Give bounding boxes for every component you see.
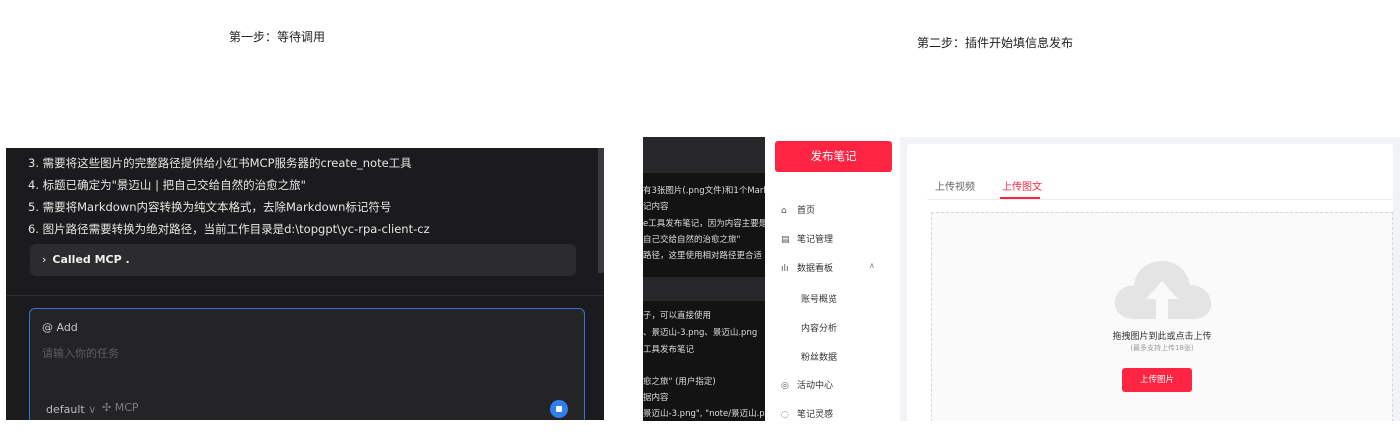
chevron-right-icon: › xyxy=(42,253,47,266)
terminal-strip: 有3张图片(.png文件)和1个Markdo 记内容 e工具发布笔记，因为内容主… xyxy=(643,137,765,421)
chat-scrollbar[interactable] xyxy=(598,148,604,273)
tab-upload-image[interactable]: 上传图文 xyxy=(1002,178,1042,193)
mcp-label: MCP xyxy=(114,401,139,414)
step-item: 3. 需要将这些图片的完整路径提供给小红书MCP服务器的create_note工… xyxy=(28,156,412,170)
called-mcp-label: Called MCP . xyxy=(52,253,130,266)
stop-button[interactable] xyxy=(550,400,568,418)
sidebar-item-note-manage[interactable]: ▤ 笔记管理 xyxy=(781,232,833,245)
note-icon: ▤ xyxy=(781,235,790,245)
sidebar-item-data-board[interactable]: ılı 数据看板 xyxy=(781,261,833,274)
upload-image-button[interactable]: 上传图片 xyxy=(1122,368,1192,392)
mcp-toggle[interactable]: ✣ MCP xyxy=(102,401,139,414)
upload-card: 上传视频 上传图文 拖拽图片到此或点击上传 (最多支持上传18张) 上传图片 xyxy=(907,144,1393,421)
sidebar-item-label: 首页 xyxy=(797,206,816,216)
terminal-line: 子，可以直接使用 xyxy=(643,311,712,321)
sidebar-item-label: 活动中心 xyxy=(797,381,834,391)
upload-hint: 拖拽图片到此或点击上传 xyxy=(1112,332,1212,342)
plug-icon: ✣ xyxy=(102,401,112,414)
terminal-line: e工具发布笔记，因为内容主要是 xyxy=(643,219,765,229)
step1-caption: 第一步：等待调用 xyxy=(229,30,326,44)
chevron-up-icon[interactable]: ∧ xyxy=(869,261,875,270)
terminal-line: 愈之旅" (用户指定) xyxy=(643,377,716,387)
terminal-line: 、景迈山-3.png、景迈山.png xyxy=(643,328,758,338)
cloud-upload-icon xyxy=(1114,261,1212,319)
home-icon: ⌂ xyxy=(781,206,787,216)
terminal-line: 景迈山-3.png", "note/景迈山.pn xyxy=(643,409,765,419)
sidebar-item-fans-data[interactable]: 粉丝数据 xyxy=(801,350,837,363)
terminal-line: 路径，这里使用相对路径更合适 xyxy=(643,251,763,261)
sidebar-item-label: 笔记管理 xyxy=(797,235,834,245)
xhs-sidebar: 发布笔记 ⌂ 首页 ▤ 笔记管理 ılı 数据看板 ∧ 账号概览 内容分析 粉丝数据 … xyxy=(765,137,900,421)
sidebar-item-activity-center[interactable]: ◎ 活动中心 xyxy=(781,378,833,391)
task-input[interactable] xyxy=(42,344,442,362)
divider xyxy=(6,295,604,296)
model-select[interactable]: default ∨ xyxy=(46,403,96,416)
chat-panel: 3. 需要将这些图片的完整路径提供给小红书MCP服务器的create_note工… xyxy=(6,148,604,420)
step-item: 4. 标题已确定为"景迈山 | 把自己交给自然的治愈之旅" xyxy=(28,178,306,192)
step-item: 6. 图片路径需要转换为绝对路径，当前工作目录是d:\topgpt\yc-rpa… xyxy=(28,222,430,236)
bulb-icon: ◌ xyxy=(781,410,789,420)
sidebar-item-label: 笔记灵感 xyxy=(797,410,834,420)
terminal-line: 工具发布笔记 xyxy=(643,345,695,355)
upload-dropzone[interactable]: 拖拽图片到此或点击上传 (最多支持上传18张) 上传图片 xyxy=(931,212,1393,421)
terminal-header xyxy=(643,277,765,301)
sidebar-item-label: 数据看板 xyxy=(797,264,834,274)
terminal-line: 记内容 xyxy=(643,202,669,212)
called-mcp-collapsible[interactable]: › Called MCP . xyxy=(30,244,576,276)
sidebar-item-note-inspiration[interactable]: ◌ 笔记灵感 xyxy=(781,407,833,420)
step2-caption: 第二步：插件开始填信息发布 xyxy=(917,36,1074,50)
step-list: 3. 需要将这些图片的完整路径提供给小红书MCP服务器的create_note工… xyxy=(28,152,430,240)
add-context-button[interactable]: @ Add xyxy=(42,321,78,334)
chevron-down-icon: ∨ xyxy=(88,403,97,416)
terminal-line: 据内容 xyxy=(643,393,669,403)
terminal-line: 有3张图片(.png文件)和1个Markdo xyxy=(643,186,765,196)
upload-limit-note: (最多支持上传18张) xyxy=(1130,344,1194,352)
sidebar-item-home[interactable]: ⌂ 首页 xyxy=(781,203,815,216)
main-content: 上传视频 上传图文 拖拽图片到此或点击上传 (最多支持上传18张) 上传图片 xyxy=(900,137,1400,421)
stop-icon xyxy=(556,406,562,412)
step-item: 5. 需要将Markdown内容转换为纯文本格式，去除Markdown标记符号 xyxy=(28,200,392,214)
bar-chart-icon: ılı xyxy=(781,264,789,274)
sidebar-item-content-analysis[interactable]: 内容分析 xyxy=(801,321,837,334)
terminal-line: 自己交给自然的治愈之旅" xyxy=(643,235,741,245)
xhs-creator-panel: 有3张图片(.png文件)和1个Markdo 记内容 e工具发布笔记，因为内容主… xyxy=(643,137,1400,421)
divider xyxy=(927,199,1393,200)
tab-upload-video[interactable]: 上传视频 xyxy=(935,178,975,193)
terminal-header xyxy=(643,137,765,173)
publish-note-button[interactable]: 发布笔记 xyxy=(775,141,892,172)
target-icon: ◎ xyxy=(781,381,789,391)
chat-input-box: @ Add default ∨ ✣ MCP xyxy=(29,308,585,420)
sidebar-item-account-overview[interactable]: 账号概览 xyxy=(801,292,837,305)
model-select-value: default xyxy=(46,403,85,416)
